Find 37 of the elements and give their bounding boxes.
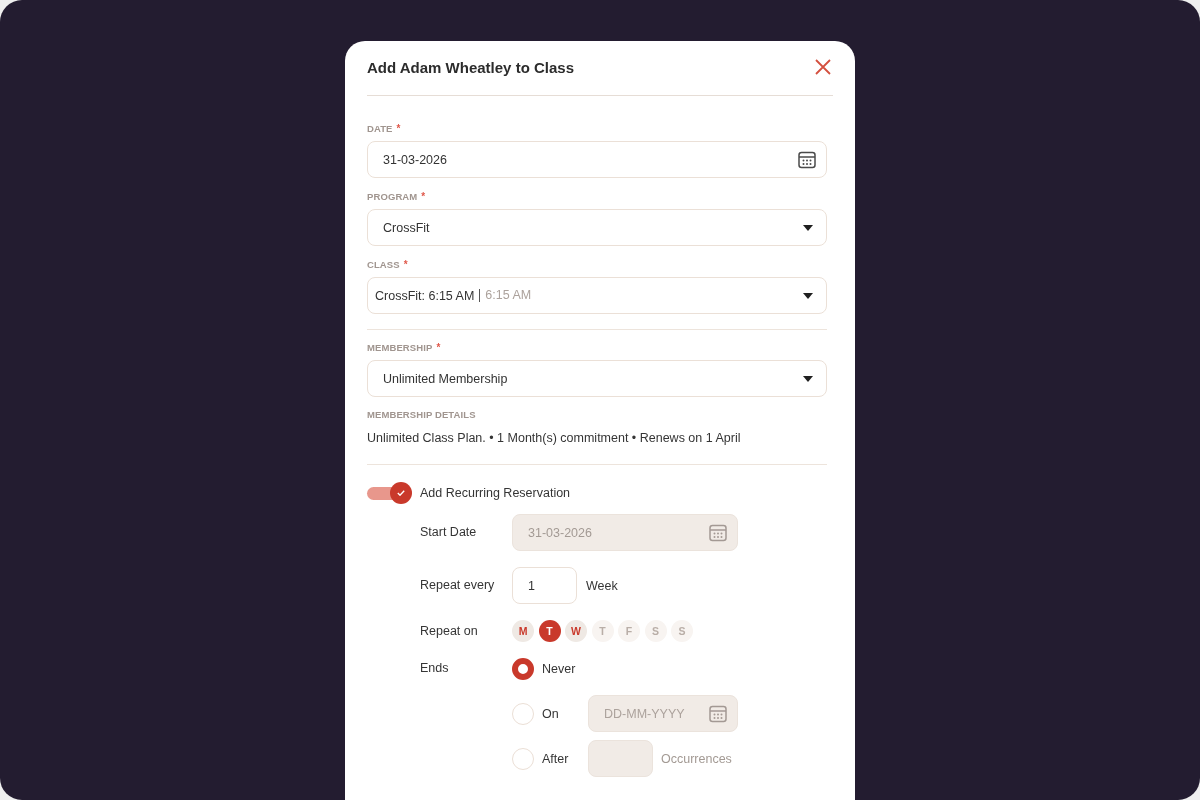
required-mark: * (396, 122, 401, 136)
dropdown-field[interactable]: CrossFit: 6:15 AM 6:15 AM (367, 277, 827, 314)
number-field[interactable]: 1 (512, 567, 577, 604)
row-label: Ends (420, 660, 450, 677)
field-label: CLASS (367, 258, 400, 272)
check-icon (397, 490, 405, 496)
date-field[interactable]: 31-03-2026 (367, 141, 827, 178)
row-label: Repeat on (420, 623, 479, 640)
required-mark: * (403, 258, 408, 272)
dropdown-field[interactable]: CrossFit (367, 209, 827, 246)
section-label: MEMBERSHIP DETAILS (367, 408, 476, 422)
option-label[interactable]: After (542, 751, 588, 766)
dropdown-field[interactable]: Unlimited Membership (367, 360, 827, 397)
required-mark: * (436, 341, 441, 355)
dialog-title: Add Adam Wheatley to Class (367, 58, 574, 76)
row-label: Start Date (420, 524, 478, 541)
field-label: DATE (367, 122, 393, 136)
caret-icon (803, 375, 813, 382)
details-text: Unlimited Class Plan. • 1 Month(s) commitment • Renews on 1 April (367, 430, 742, 446)
close-icon[interactable] (815, 59, 831, 75)
day-toggle[interactable]: T (538, 620, 561, 642)
field-label: MEMBERSHIP (367, 341, 433, 355)
day-toggle[interactable]: M (512, 620, 534, 642)
caret-icon (803, 292, 813, 299)
caret-icon (803, 224, 813, 231)
row-label: Repeat every (420, 577, 496, 594)
calendar-icon[interactable] (798, 150, 816, 169)
unit-label: Week (586, 578, 618, 593)
option-label[interactable]: Never (542, 661, 588, 676)
day-toggle[interactable]: W (565, 620, 587, 642)
unit-label: Occurrences (661, 751, 732, 766)
toggle-switch[interactable] (367, 482, 412, 504)
toggle-label: Add Recurring Reservation (420, 486, 571, 500)
option-label[interactable]: On (542, 706, 588, 721)
field-label: PROGRAM (367, 190, 418, 204)
required-mark: * (421, 190, 426, 204)
radio-button[interactable] (512, 657, 534, 680)
